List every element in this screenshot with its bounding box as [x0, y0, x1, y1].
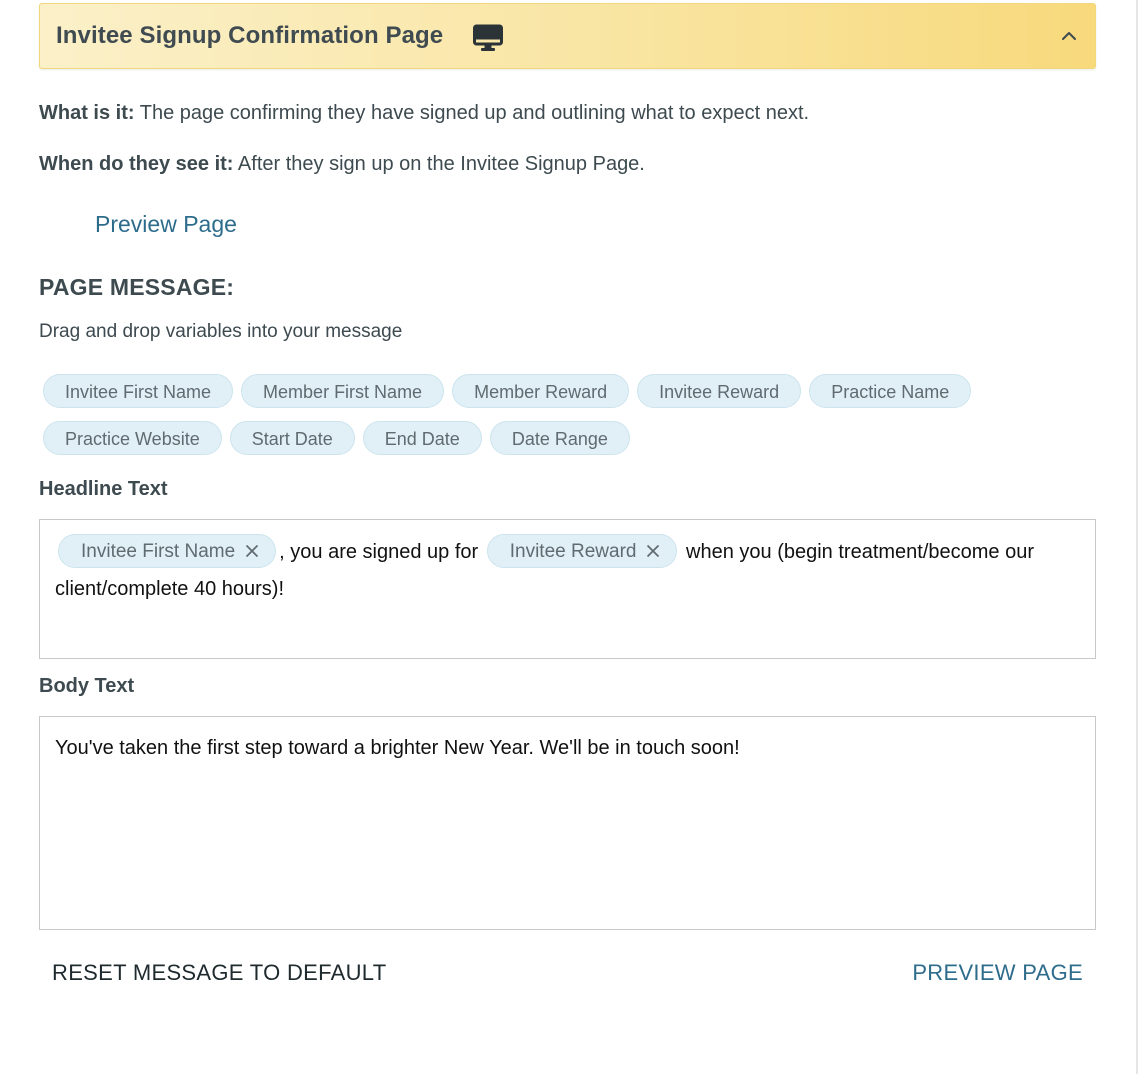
variable-chip-practice-website[interactable]: Practice Website — [43, 421, 222, 455]
page: Invitee Signup Confirmation Page What is… — [0, 0, 1138, 1074]
variable-chip-member-reward[interactable]: Member Reward — [452, 374, 630, 408]
remove-chip-icon[interactable] — [245, 544, 259, 558]
headline-text-part-1: , you are signed up for — [279, 541, 479, 563]
headline-chip-label: Invitee Reward — [509, 540, 637, 562]
accordion-header[interactable]: Invitee Signup Confirmation Page — [39, 3, 1096, 69]
when-see-it-line: When do they see it: After they sign up … — [39, 153, 645, 176]
what-is-it-text: The page confirming they have signed up … — [134, 102, 810, 124]
chevron-up-icon[interactable] — [1059, 26, 1079, 46]
variable-chip-end-date[interactable]: End Date — [362, 421, 482, 455]
remove-chip-icon[interactable] — [646, 544, 660, 558]
variable-chip-date-range[interactable]: Date Range — [489, 421, 630, 455]
monitor-icon — [473, 24, 503, 51]
body-text-label: Body Text — [39, 675, 135, 697]
preview-page-button[interactable]: PREVIEW PAGE — [912, 960, 1083, 986]
headline-text-editor[interactable]: Invitee First Name , you are signed up fo… — [39, 519, 1096, 659]
reset-message-button[interactable]: RESET MESSAGE TO DEFAULT — [52, 960, 386, 986]
what-is-it-line: What is it: The page confirming they hav… — [39, 102, 809, 125]
when-see-it-text: After they sign up on the Invitee Signup… — [233, 153, 645, 175]
headline-text-label: Headline Text — [39, 478, 168, 500]
variable-chips-row-1: Invitee First Name Member First Name Mem… — [43, 374, 972, 408]
body-text-content: You've taken the first step toward a bri… — [55, 737, 740, 759]
variable-chip-invitee-first-name[interactable]: Invitee First Name — [43, 374, 234, 408]
headline-chip-invitee-first-name[interactable]: Invitee First Name — [58, 533, 277, 568]
what-is-it-label: What is it: — [39, 102, 135, 124]
body-text-editor[interactable]: You've taken the first step toward a bri… — [39, 716, 1096, 930]
accordion-title: Invitee Signup Confirmation Page — [56, 22, 444, 49]
page-message-title: PAGE MESSAGE: — [39, 274, 235, 300]
variable-chips-row-2: Practice Website Start Date End Date Dat… — [43, 421, 630, 455]
variable-chip-practice-name[interactable]: Practice Name — [809, 374, 972, 408]
when-see-it-label: When do they see it: — [39, 153, 234, 175]
variable-chip-start-date[interactable]: Start Date — [229, 421, 355, 455]
page-message-subtitle: Drag and drop variables into your messag… — [39, 321, 403, 342]
headline-chip-label: Invitee First Name — [81, 540, 236, 562]
variable-chip-invitee-reward[interactable]: Invitee Reward — [637, 374, 802, 408]
preview-page-link[interactable]: Preview Page — [95, 211, 237, 238]
variable-chip-member-first-name[interactable]: Member First Name — [241, 374, 445, 408]
headline-chip-invitee-reward[interactable]: Invitee Reward — [486, 533, 678, 568]
